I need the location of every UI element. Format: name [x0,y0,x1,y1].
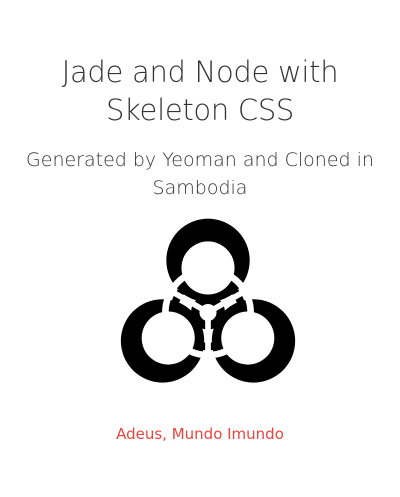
page: Jade and Node with Skeleton CSS Generate… [0,0,400,497]
page-title: Jade and Node with Skeleton CSS [0,53,400,129]
footer-link[interactable]: Adeus, Mundo Imundo [0,424,400,444]
subtitle-line-2: Sambodia [152,177,248,199]
subtitle-line-1: Generated by Yeoman and Cloned in [26,149,374,171]
biohazard-svg [120,218,296,383]
title-line-1: Jade and Node with [61,55,339,89]
page-subtitle: Generated by Yeoman and Cloned in Sambod… [0,146,400,202]
biohazard-icon [113,213,303,393]
title-line-2: Skeleton CSS [105,93,295,127]
